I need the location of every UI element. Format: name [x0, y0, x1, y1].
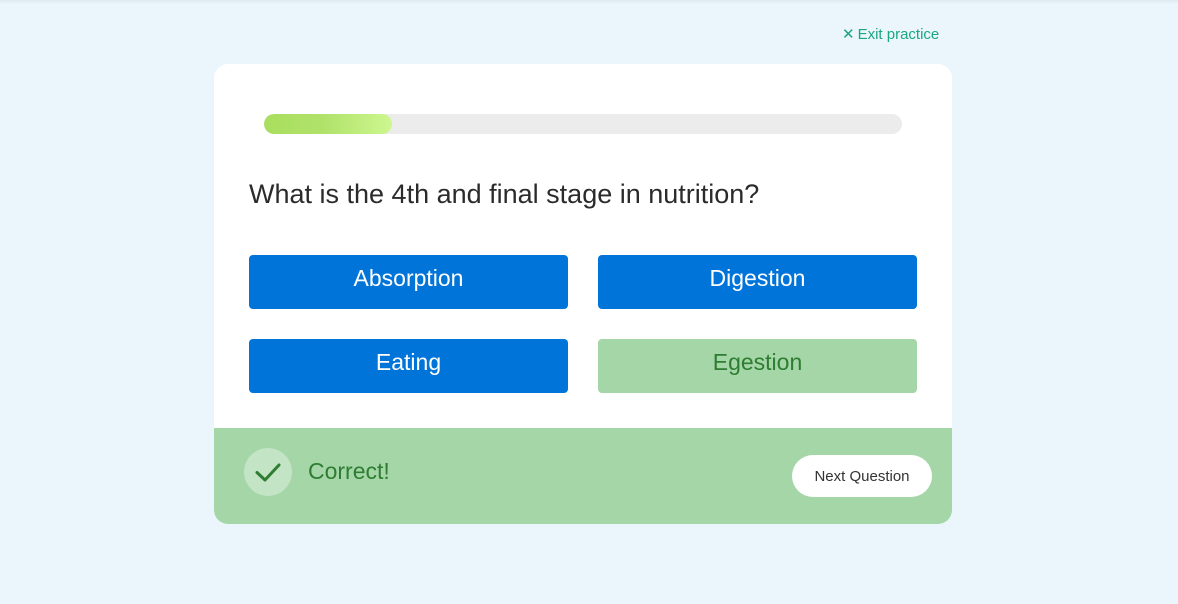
- question-card: What is the 4th and final stage in nutri…: [214, 64, 952, 524]
- progress-bar: [264, 114, 902, 134]
- feedback-text: Correct!: [308, 458, 390, 484]
- answer-option-label: Egestion: [712, 348, 803, 375]
- exit-practice-link[interactable]: ✕ Exit practice: [842, 26, 939, 44]
- answer-option-eating[interactable]: Eating: [249, 339, 568, 393]
- checkmark-icon: [255, 463, 281, 482]
- question-text: What is the 4th and final stage in nutri…: [249, 179, 760, 209]
- next-question-label: Next Question: [814, 467, 910, 485]
- next-question-button[interactable]: Next Question: [792, 455, 932, 497]
- exit-practice-label: Exit practice: [857, 26, 940, 43]
- feedback-banner: Correct! Next Question: [214, 428, 952, 524]
- top-shadow: [0, 0, 1178, 4]
- close-icon: ✕: [842, 26, 855, 43]
- answer-option-egestion[interactable]: Egestion: [598, 339, 917, 393]
- answer-option-label: Eating: [375, 348, 442, 375]
- checkmark-badge: [244, 448, 292, 496]
- answer-option-digestion[interactable]: Digestion: [598, 255, 917, 309]
- progress-bar-fill: [264, 114, 392, 134]
- answer-option-absorption[interactable]: Absorption: [249, 255, 568, 309]
- answer-option-label: Absorption: [353, 264, 464, 291]
- answer-option-label: Digestion: [709, 264, 806, 291]
